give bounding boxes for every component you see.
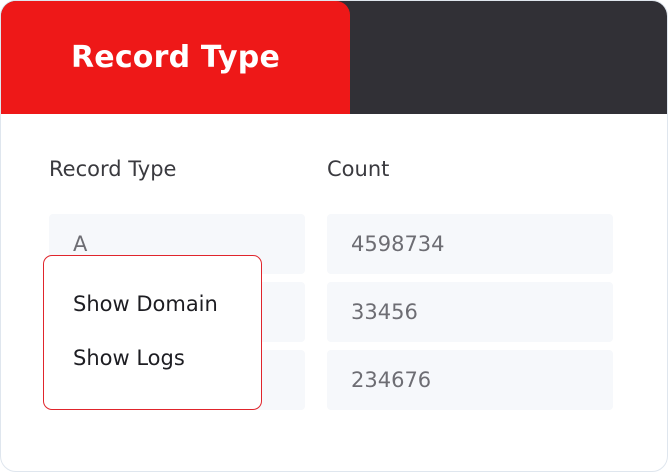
tab-inactive[interactable] <box>350 1 667 114</box>
tab-record-type-label: Record Type <box>70 40 281 75</box>
table-cell-count[interactable]: 234676 <box>327 350 613 410</box>
table-cell-count[interactable]: 33456 <box>327 282 613 342</box>
table-cell-count[interactable]: 4598734 <box>327 214 613 274</box>
menu-item-show-logs[interactable]: Show Logs <box>73 346 185 370</box>
column-header-count: Count <box>327 157 390 181</box>
menu-item-show-domain[interactable]: Show Domain <box>73 292 218 316</box>
tab-bar: Record Type <box>1 1 667 114</box>
context-menu: Show Domain Show Logs <box>43 255 262 410</box>
column-header-record-type: Record Type <box>49 157 177 181</box>
record-type-card: Record Type Record Type Count A 4598734 … <box>0 0 668 472</box>
tab-record-type[interactable]: Record Type <box>1 1 350 114</box>
